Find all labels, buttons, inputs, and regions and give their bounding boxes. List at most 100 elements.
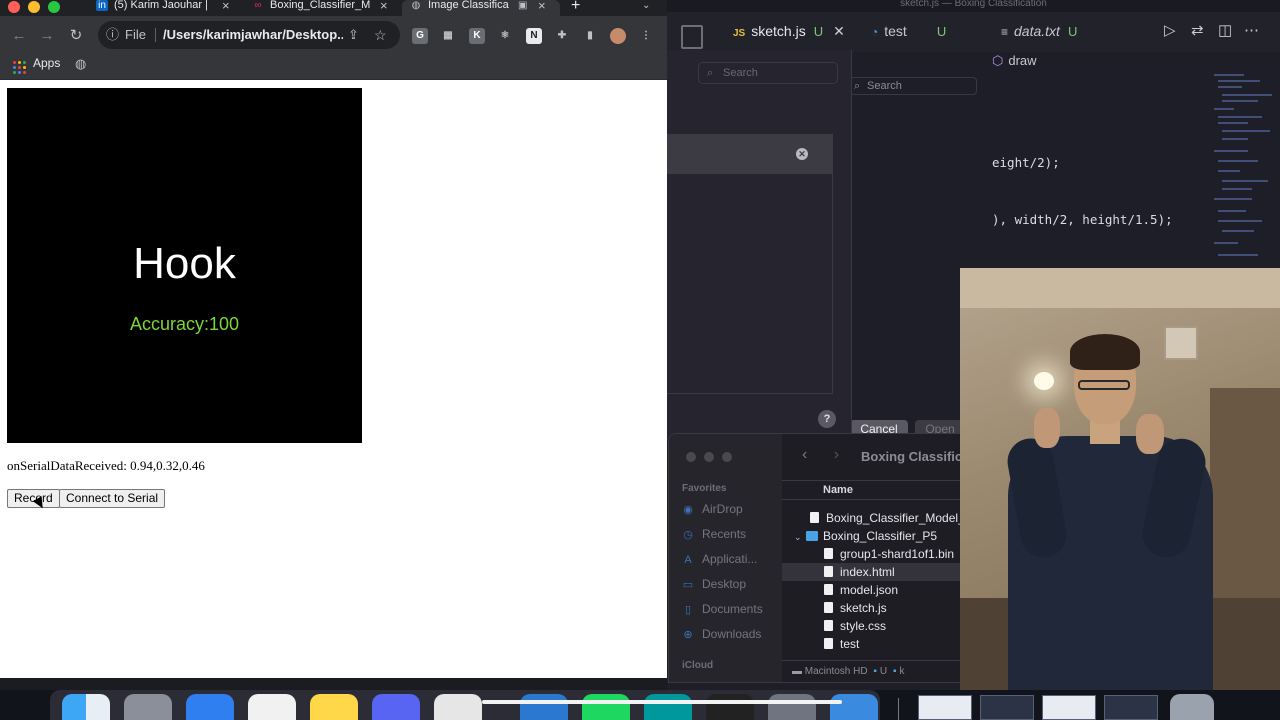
sidebar-item-documents[interactable]: ▯ Documents [682, 602, 763, 616]
list-item[interactable]: test [782, 635, 967, 653]
zoom-window-button[interactable] [48, 1, 60, 13]
column-header[interactable]: Name [782, 480, 967, 500]
arduino-dock-icon[interactable] [644, 694, 692, 720]
react-devtools-icon[interactable]: ⚛ [497, 28, 513, 44]
address-bar[interactable]: ⓘ File /Users/karimjawhar/Desktop... ⇪ ☆ [98, 21, 400, 49]
finder-dock-icon[interactable] [62, 694, 110, 720]
disclosure-chevron-icon[interactable]: ⌄ [794, 528, 806, 546]
launchpad-dock-icon[interactable] [124, 694, 172, 720]
apps-bookmark[interactable]: Apps [33, 56, 60, 71]
code-editor[interactable]: eight/2); ), width/2, height/1.5); [992, 70, 1212, 270]
discord-dock-icon[interactable] [372, 694, 420, 720]
picker-search-input[interactable]: ⌕ Search [698, 62, 838, 84]
url-text[interactable]: /Users/karimjawhar/Desktop... [163, 21, 343, 49]
bookmark-star-icon[interactable]: ☆ [374, 21, 387, 49]
minimize-window-button[interactable] [704, 452, 714, 462]
share-icon[interactable]: ⇪ [348, 21, 359, 49]
vscode-dock-icon[interactable] [520, 694, 568, 720]
sidebar-item-airdrop[interactable]: ◉ AirDrop [682, 502, 743, 516]
more-actions-icon[interactable]: ⋯ [1244, 21, 1259, 41]
grammarly-extension-icon[interactable]: G [412, 28, 428, 44]
back-arrow-icon[interactable]: ← [9, 26, 29, 46]
tab-data-txt[interactable]: ≡ data.txt U [1001, 20, 1077, 42]
tab-label: data.txt [1014, 23, 1060, 39]
new-tab-icon[interactable]: + [571, 0, 580, 14]
path-bar[interactable]: ▬ Macintosh HD ▪ U ▪ k [782, 660, 967, 682]
minimize-window-button[interactable] [28, 1, 40, 13]
mail-dock-icon[interactable] [186, 694, 234, 720]
text-file-icon: ≡ [1001, 25, 1009, 39]
minimap[interactable] [1212, 70, 1280, 270]
trash-dock-icon[interactable] [1170, 694, 1214, 720]
reload-icon[interactable]: ↻ [66, 26, 86, 46]
close-window-button[interactable] [8, 1, 20, 13]
kami-extension-icon[interactable]: K [469, 28, 485, 44]
path-root[interactable]: Macintosh HD [805, 666, 868, 677]
tab-sketch-js[interactable]: JS sketch.js U ✕ [733, 20, 845, 42]
tab-linkedin[interactable]: in (5) Karim Jaouhar | [96, 0, 226, 16]
tab-boxing-classifier[interactable]: ∞ Boxing_Classifier_M [252, 0, 377, 16]
explorer-files-icon[interactable] [681, 25, 703, 49]
list-item[interactable]: sketch.js [782, 599, 967, 617]
tab-close-icon[interactable]: × [222, 0, 230, 12]
ceiling-light [1034, 372, 1054, 390]
spotify-dock-icon[interactable] [582, 694, 630, 720]
system-preferences-dock-icon[interactable] [768, 694, 816, 720]
tab-test[interactable]: ◔ test U [871, 20, 946, 42]
search-icon: ⌕ [854, 80, 861, 92]
menu-kebab-icon[interactable]: ⋮ [638, 28, 654, 44]
profile-avatar[interactable] [610, 28, 626, 44]
sidebar-item-applications[interactable]: A Applicati... [682, 552, 757, 566]
list-item[interactable]: Boxing_Classifier_Model_ [782, 509, 967, 527]
forward-chevron-icon[interactable]: › [834, 446, 839, 463]
breadcrumb[interactable]: ⬡ draw [992, 52, 1037, 70]
close-tab-icon[interactable]: ✕ [833, 23, 845, 39]
globe-bookmark-icon[interactable]: ◍ [75, 57, 86, 70]
info-icon[interactable]: ⓘ [106, 21, 119, 49]
file-dialog-search-input[interactable]: ⌕ Search [850, 77, 977, 95]
run-icon[interactable]: ▷ [1164, 21, 1176, 41]
close-window-button[interactable] [686, 452, 696, 462]
connect-serial-button[interactable]: Connect to Serial [59, 489, 166, 508]
safari-dock-icon[interactable] [830, 694, 878, 720]
list-item[interactable]: group1-shard1of1.bin [782, 545, 967, 563]
tab-close-icon[interactable]: × [380, 0, 388, 12]
reminders-dock-icon[interactable] [248, 694, 296, 720]
path-segment[interactable]: U [880, 666, 887, 677]
apps-grid-icon[interactable] [13, 61, 26, 74]
list-item[interactable]: ⌄ Boxing_Classifier_P5 [782, 527, 967, 546]
reader-mode-icon[interactable]: ▣ [518, 0, 527, 11]
split-editor-icon[interactable]: ◫ [1218, 21, 1232, 41]
notion-extension-icon[interactable]: N [526, 28, 542, 44]
minimized-window-thumbnail[interactable] [918, 695, 972, 720]
picker-selected-row[interactable]: ✕ [667, 134, 833, 174]
finder-sidebar: Favorites ◉ AirDrop ◷ Recents A Applicati..… [669, 434, 782, 682]
zoom-window-button[interactable] [722, 452, 732, 462]
chrome-dock-icon[interactable] [434, 694, 482, 720]
side-panel-icon[interactable]: ▮ [582, 28, 598, 44]
sidebar-item-desktop[interactable]: ▭ Desktop [682, 577, 746, 591]
tab-image-classifier[interactable]: ◍ Image Classifica [402, 0, 560, 16]
sidebar-item-downloads[interactable]: ⊕ Downloads [682, 627, 761, 641]
tab-search-chevron-icon[interactable]: ⌄ [642, 0, 650, 11]
extensions-puzzle-icon[interactable]: ✚ [554, 28, 570, 44]
analytics-extension-icon[interactable]: ▦ [440, 28, 456, 44]
source-control-compare-icon[interactable]: ⇄ [1191, 21, 1204, 41]
notes-dock-icon[interactable] [310, 694, 358, 720]
tab-close-icon[interactable]: × [538, 0, 546, 12]
path-segment[interactable]: k [899, 666, 904, 677]
terminal-dock-icon[interactable] [706, 694, 754, 720]
minimized-window-thumbnail[interactable] [1104, 695, 1158, 720]
minimized-window-thumbnail[interactable] [1042, 695, 1096, 720]
clear-icon[interactable]: ✕ [796, 148, 808, 160]
record-button[interactable]: Record [7, 489, 60, 508]
help-button[interactable]: ? [818, 410, 836, 428]
back-chevron-icon[interactable]: ‹ [802, 446, 807, 463]
list-item[interactable]: index.html [782, 563, 967, 581]
tab-title: Image Classifica [428, 0, 509, 11]
list-item[interactable]: model.json [782, 581, 967, 599]
sidebar-item-recents[interactable]: ◷ Recents [682, 527, 746, 541]
forward-arrow-icon[interactable]: → [37, 26, 57, 46]
minimized-window-thumbnail[interactable] [980, 695, 1034, 720]
list-item[interactable]: style.css [782, 617, 967, 635]
